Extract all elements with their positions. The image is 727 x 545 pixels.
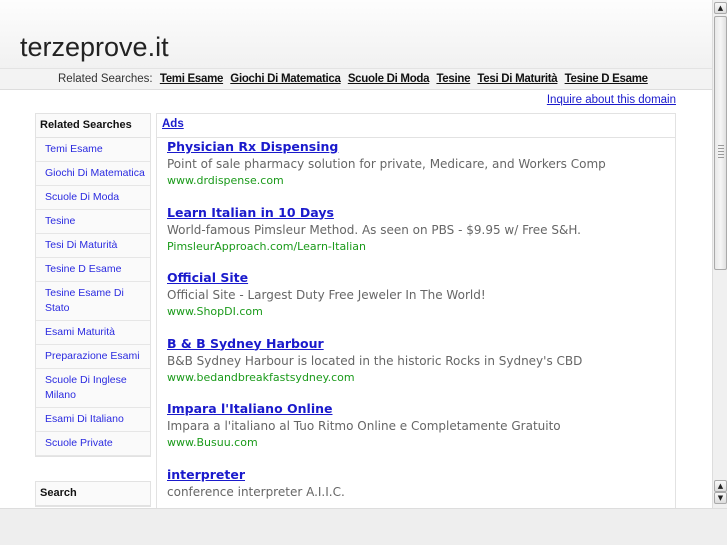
ad-description: Official Site - Largest Duty Free Jewele… — [167, 288, 486, 302]
vertical-scrollbar[interactable]: ▲ ▲ ▼ — [712, 0, 727, 508]
related-searches-heading: Related Searches — [36, 114, 150, 138]
inquire-domain-link[interactable]: Inquire about this domain — [547, 94, 676, 106]
ad-url[interactable]: www.bedandbreakfastsydney.com — [167, 370, 675, 385]
ad-title[interactable]: Learn Italian in 10 Days — [167, 204, 675, 222]
ad-description: Point of sale pharmacy solution for priv… — [167, 157, 606, 171]
sidebar-item[interactable]: Esami Di Italiano — [36, 408, 150, 432]
ad-item: Learn Italian in 10 Days World-famous Pi… — [157, 204, 675, 270]
search-heading: Search — [36, 482, 150, 506]
ad-url[interactable]: PimsleurApproach.com/Learn-Italian — [167, 239, 675, 254]
ads-link[interactable]: Ads — [162, 118, 184, 130]
header: terzeprove.it — [0, 0, 712, 68]
ad-title[interactable]: interpreter — [167, 466, 675, 484]
related-link[interactable]: Tesine — [436, 73, 470, 85]
scrollbar-thumb[interactable] — [714, 16, 727, 270]
page: terzeprove.it Related Searches: Temi Esa… — [0, 0, 712, 508]
related-searches-box: Related Searches Temi Esame Giochi Di Ma… — [35, 113, 151, 457]
status-bar — [0, 508, 727, 545]
related-link[interactable]: Temi Esame — [160, 73, 224, 85]
ad-item: Official Site Official Site - Largest Du… — [157, 269, 675, 335]
sidebar-item[interactable]: Tesine D Esame — [36, 258, 150, 282]
related-link[interactable]: Tesine D Esame — [565, 73, 648, 85]
ad-title[interactable]: Physician Rx Dispensing — [167, 138, 675, 156]
ad-description: B&B Sydney Harbour is located in the his… — [167, 353, 583, 368]
ad-title[interactable]: Impara l'Italiano Online — [167, 400, 675, 418]
ad-item: Impara l'Italiano Online Impara a l'ital… — [157, 400, 675, 466]
sidebar-item[interactable]: Preparazione Esami — [36, 345, 150, 369]
sidebar-item[interactable]: Scuole Private — [36, 432, 150, 456]
sidebar-item[interactable]: Tesine — [36, 210, 150, 234]
sidebar-item[interactable]: Esami Maturità — [36, 321, 150, 345]
grip-icon — [718, 145, 724, 159]
sidebar-item[interactable]: Giochi Di Matematica — [36, 162, 150, 186]
ad-description: World-famous Pimsleur Method. As seen on… — [167, 222, 581, 237]
ad-item: B & B Sydney Harbour B&B Sydney Harbour … — [157, 335, 675, 401]
sidebar-item[interactable]: Temi Esame — [36, 138, 150, 162]
site-title: terzeprove.it — [20, 32, 169, 62]
sidebar-item[interactable]: Tesine Esame Di Stato — [36, 282, 150, 321]
ad-title[interactable]: B & B Sydney Harbour — [167, 335, 675, 353]
ad-item: Physician Rx Dispensing Point of sale ph… — [157, 138, 675, 204]
ad-title[interactable]: Official Site — [167, 269, 675, 287]
ads-heading: Ads — [157, 114, 675, 138]
ad-url[interactable]: www.drdispense.com — [167, 173, 675, 188]
sidebar-item[interactable]: Scuole Di Inglese Milano — [36, 369, 150, 408]
ad-description: conference interpreter A.I.I.C. — [167, 484, 345, 499]
scroll-up-arrow-icon[interactable]: ▲ — [714, 480, 727, 492]
ad-item: interpreter conference interpreter A.I.I… — [157, 466, 675, 509]
ads-panel: Ads Physician Rx Dispensing Point of sal… — [156, 113, 676, 508]
related-label: Related Searches: — [58, 73, 153, 85]
related-searches-bar: Related Searches: Temi Esame Giochi Di M… — [0, 68, 712, 90]
ad-url[interactable]: www.ShopDI.com — [167, 304, 675, 319]
search-box: Search — [35, 481, 151, 507]
ad-url[interactable]: www.Busuu.com — [167, 435, 675, 450]
related-link[interactable]: Tesi Di Maturità — [477, 73, 557, 85]
sidebar-item[interactable]: Tesi Di Maturità — [36, 234, 150, 258]
scroll-down-arrow-icon[interactable]: ▼ — [714, 492, 727, 504]
sidebar: Related Searches Temi Esame Giochi Di Ma… — [35, 113, 151, 508]
related-link[interactable]: Scuole Di Moda — [348, 73, 430, 85]
scroll-up-arrow-icon[interactable]: ▲ — [714, 2, 727, 14]
ad-description: Impara a l'italiano al Tuo Ritmo Online … — [167, 419, 561, 433]
sidebar-item[interactable]: Scuole Di Moda — [36, 186, 150, 210]
related-link[interactable]: Giochi Di Matematica — [230, 73, 341, 85]
